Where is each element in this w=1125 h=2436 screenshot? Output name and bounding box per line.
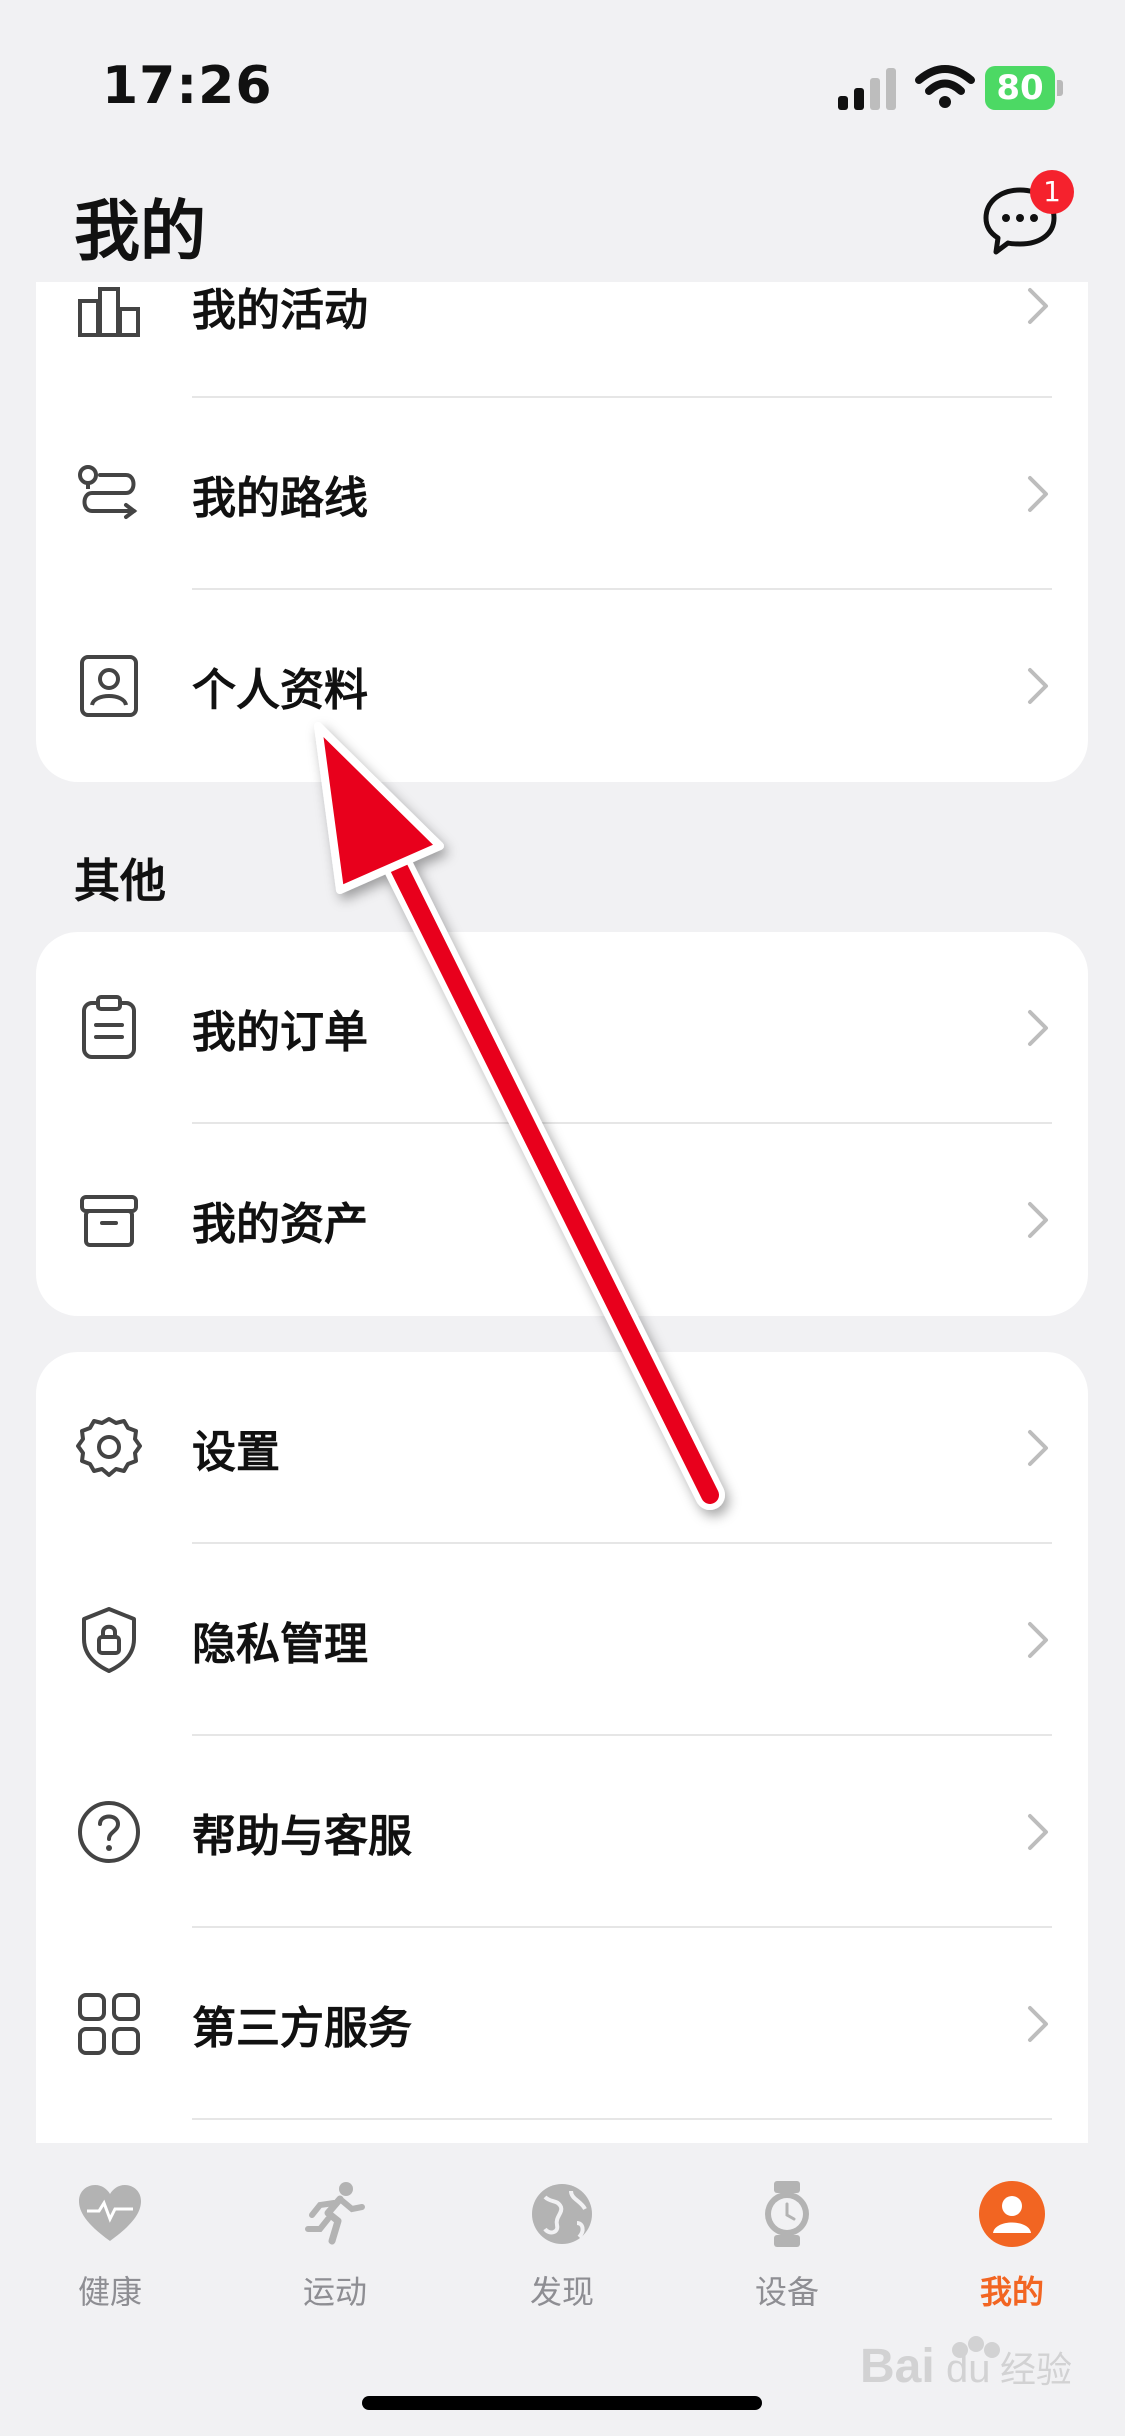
menu-item-label: 我的订单: [192, 1007, 368, 1058]
menu-item-label: 我的资产: [192, 1199, 368, 1250]
battery-level: 80: [985, 66, 1055, 110]
menu-item-my-route[interactable]: 我的路线: [36, 398, 1088, 590]
orders-icon: [82, 995, 136, 1059]
svg-text:*: *: [106, 282, 113, 289]
user-icon: [979, 2181, 1045, 2247]
chevron-right-icon: [1028, 1010, 1048, 1046]
chevron-right-icon: [1028, 1202, 1048, 1238]
status-time: 17:26: [102, 56, 273, 116]
tab-device[interactable]: 设备: [707, 2179, 867, 2319]
menu-item-settings[interactable]: 设置: [36, 1352, 1088, 1544]
chevron-right-icon: [1028, 1622, 1048, 1658]
tab-health[interactable]: 健康: [30, 2179, 190, 2319]
menu-item-third-party[interactable]: 第三方服务: [36, 1928, 1088, 2120]
battery-icon: 80: [985, 66, 1065, 110]
menu-item-label: 我的活动: [192, 285, 368, 336]
menu-item-label: 第三方服务: [192, 2003, 412, 2054]
svg-text:经验: 经验: [1000, 2350, 1072, 2391]
page-title: 我的: [74, 193, 206, 270]
activity-icon: *: [78, 282, 140, 337]
menu-item-label: 个人资料: [192, 665, 368, 716]
menu-item-label: 我的路线: [192, 473, 368, 524]
tab-sport[interactable]: 运动: [255, 2179, 415, 2319]
page-header: 我的 1: [0, 150, 1125, 282]
tab-me[interactable]: 我的: [932, 2179, 1092, 2319]
status-bar: 17:26 80: [0, 0, 1125, 150]
help-icon: [78, 1801, 140, 1863]
profile-icon: [80, 655, 138, 717]
chevron-right-icon: [1028, 668, 1048, 704]
tab-label: 设备: [754, 2273, 819, 2311]
menu-item-profile[interactable]: 个人资料: [36, 590, 1088, 782]
running-icon: [305, 2182, 365, 2245]
chevron-right-icon: [1028, 2006, 1048, 2042]
chevron-right-icon: [1028, 476, 1048, 512]
menu-item-label: 隐私管理: [192, 1619, 368, 1670]
menu-item-label: 帮助与客服: [192, 1811, 412, 1862]
chevron-right-icon: [1028, 288, 1048, 324]
menu-item-help[interactable]: 帮助与客服: [36, 1736, 1088, 1928]
heart-icon: [79, 2185, 141, 2241]
tab-discover[interactable]: 发现: [482, 2179, 642, 2319]
svg-text:Bai: Bai: [860, 2340, 935, 2393]
menu-item-my-assets[interactable]: 我的资产: [36, 1124, 1088, 1316]
menu-item-privacy[interactable]: 隐私管理: [36, 1544, 1088, 1736]
section-title-other: 其他: [74, 854, 166, 908]
card-other: 我的订单 我的资产: [36, 932, 1088, 1316]
route-icon: [78, 465, 138, 519]
home-indicator: [362, 2396, 762, 2410]
chevron-right-icon: [1028, 1430, 1048, 1466]
card-personal: * 我的活动 我的路线 个人资料: [36, 282, 1088, 782]
assets-icon: [80, 1195, 138, 1247]
gear-icon: [76, 1417, 142, 1477]
tab-label: 发现: [529, 2273, 594, 2311]
svg-text:du: du: [946, 2347, 991, 2391]
menu-item-label: 设置: [192, 1427, 280, 1478]
tab-label: 健康: [77, 2273, 142, 2311]
grid-icon: [78, 1993, 140, 2055]
globe-icon: [532, 2184, 592, 2244]
chevron-right-icon: [1028, 1814, 1048, 1850]
tab-label: 运动: [302, 2273, 367, 2311]
watch-icon: [765, 2181, 809, 2247]
menu-item-my-orders[interactable]: 我的订单: [36, 932, 1088, 1124]
wifi-icon: [915, 65, 975, 108]
privacy-shield-icon: [82, 1607, 136, 1673]
message-badge: 1: [1030, 170, 1074, 214]
tab-label: 我的: [979, 2273, 1044, 2311]
card-settings: 设置 隐私管理 帮助与客服 第三方服务: [36, 1352, 1088, 2143]
baidu-watermark-logo: Bai du 经验: [860, 2336, 1072, 2393]
menu-item-my-activity[interactable]: * 我的活动: [36, 282, 1088, 402]
cellular-signal-icon: [838, 68, 896, 110]
